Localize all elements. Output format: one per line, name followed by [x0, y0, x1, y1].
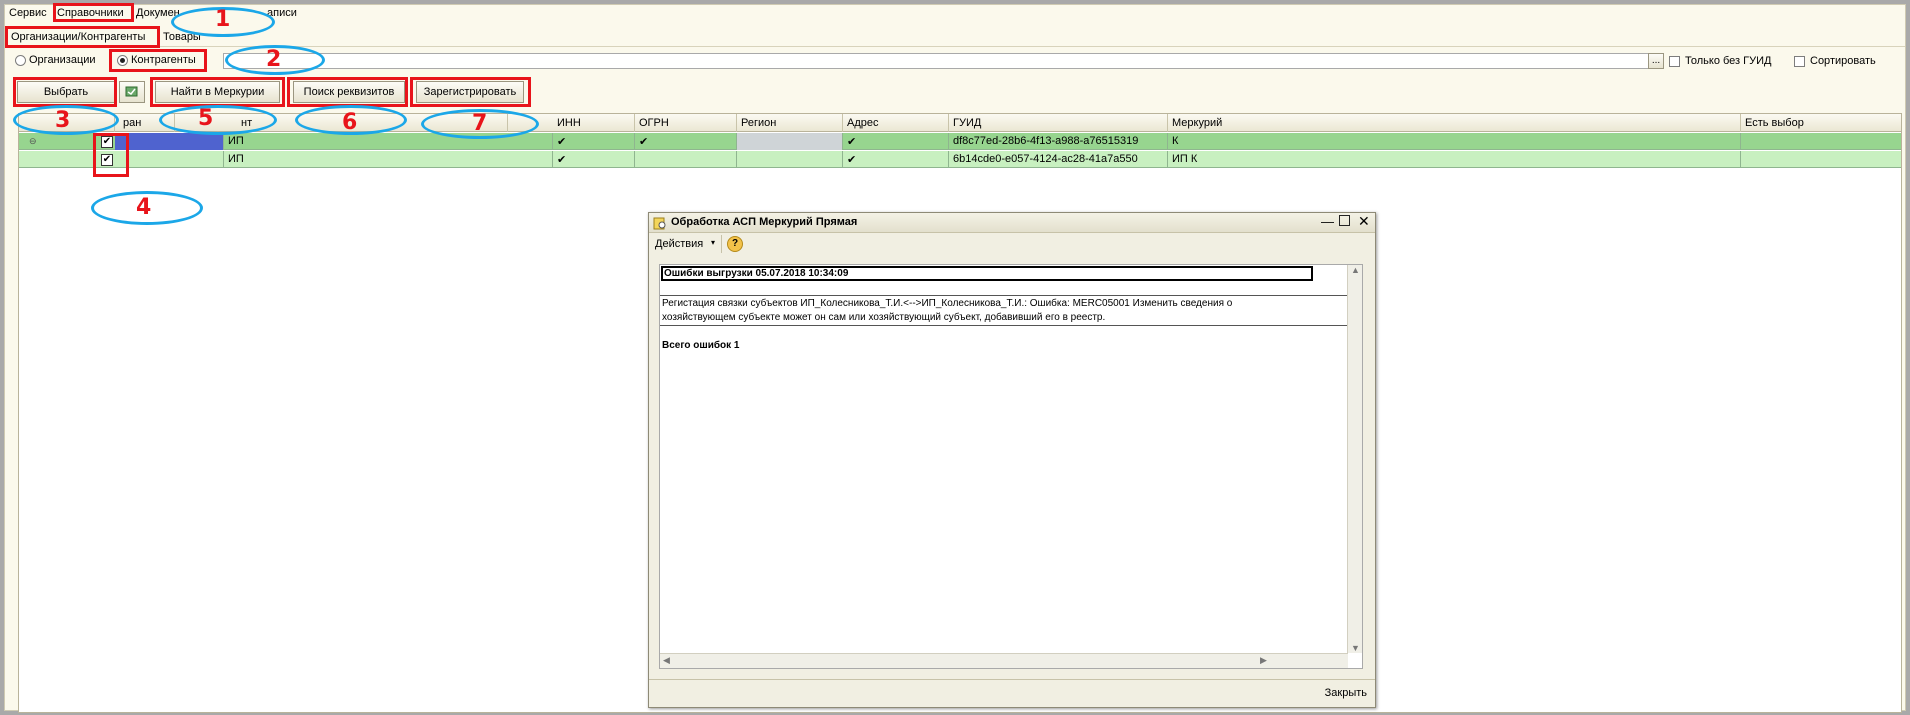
- row-region: [737, 133, 843, 150]
- row-inn: ✔: [553, 133, 635, 150]
- annotation-number-2: 2: [266, 47, 282, 72]
- divider-bottom: [660, 325, 1348, 326]
- row-guid: 6b14cde0-e057-4124-ac28-41a7a550: [949, 151, 1168, 168]
- toolbar-divider: [721, 235, 722, 253]
- row-ogrn: ✔: [635, 133, 737, 150]
- annotation-number-7: 7: [472, 111, 488, 136]
- only-no-guid-label: Только без ГУИД: [1685, 55, 1772, 67]
- table-row[interactable]: ✔ ИП ✔ ✔ 6b14cde0-e057-4124-ac28-41a7a55…: [19, 151, 1901, 168]
- row-selected-cell[interactable]: [115, 133, 224, 150]
- highlight-checkboxes: [93, 133, 129, 177]
- dialog-titlebar[interactable]: Обработка АСП Меркурий Прямая — ✕: [649, 213, 1375, 233]
- highlight-catalogs: [53, 3, 134, 22]
- annotation-number-6: 6: [342, 110, 358, 135]
- radio-organizations[interactable]: [15, 55, 26, 66]
- row-mercury: ИП К: [1168, 151, 1741, 168]
- maximize-icon[interactable]: [1339, 215, 1350, 226]
- row-mercury: К: [1168, 133, 1741, 150]
- annotation-number-3: 3: [55, 108, 71, 133]
- row-region: [737, 151, 843, 168]
- error-line-1: Регистация связки субъектов ИП_Колеснико…: [662, 298, 1233, 309]
- highlight-register: [410, 77, 531, 107]
- errors-header: Ошибки выгрузки 05.07.2018 10:34:09: [661, 266, 1313, 281]
- choose-button[interactable]: ...: [1648, 53, 1664, 69]
- sort-checkbox[interactable]: [1794, 56, 1805, 67]
- highlight-contractors: [109, 49, 207, 72]
- header-mercury[interactable]: Меркурий: [1168, 114, 1741, 132]
- row-selected-cell[interactable]: [115, 151, 224, 168]
- divider-top: [660, 295, 1348, 296]
- actions-dropdown-icon[interactable]: ▾: [711, 238, 715, 247]
- error-line-2: хозяйствующем субъекте может он сам или …: [662, 312, 1106, 323]
- error-log-area[interactable]: Ошибки выгрузки 05.07.2018 10:34:09 Реги…: [659, 264, 1363, 669]
- close-button[interactable]: Закрыть: [1325, 687, 1367, 699]
- annotation-oval-5: [159, 105, 277, 135]
- header-has-choice[interactable]: Есть выбор: [1741, 114, 1902, 132]
- app-window: Сервис Справочники Докумен аписи Организ…: [4, 3, 1906, 713]
- actions-menu[interactable]: Действия: [655, 238, 703, 250]
- row-address: ✔: [843, 151, 949, 168]
- refresh-icon: [125, 86, 138, 97]
- menu-bar: Сервис Справочники Докумен аписи: [5, 5, 1905, 22]
- highlight-find: [150, 77, 285, 107]
- vertical-scrollbar[interactable]: ▲ ▼: [1347, 265, 1362, 653]
- row-address: ✔: [843, 133, 949, 150]
- annotation-number-5: 5: [198, 106, 214, 131]
- row-tree-toggle[interactable]: ⊖: [19, 133, 97, 150]
- header-region[interactable]: Регион: [737, 114, 843, 132]
- row-guid: df8c77ed-28b6-4f13-a988-a76515319: [949, 133, 1168, 150]
- radio-organizations-label: Организации: [29, 54, 96, 66]
- scroll-right-icon[interactable]: ▶: [1260, 655, 1267, 666]
- annotation-number-1: 1: [215, 7, 231, 32]
- row-has-choice: [1741, 151, 1902, 168]
- help-icon[interactable]: ?: [727, 236, 743, 252]
- scroll-down-icon[interactable]: ▼: [1351, 643, 1360, 653]
- sort-label: Сортировать: [1810, 55, 1876, 67]
- menu-service[interactable]: Сервис: [9, 7, 47, 19]
- processing-dialog: Обработка АСП Меркурий Прямая — ✕ Действ…: [648, 212, 1376, 708]
- horizontal-scrollbar[interactable]: ◀ ▶: [660, 653, 1348, 668]
- row-ogrn: [635, 151, 737, 168]
- row-has-choice: [1741, 133, 1902, 150]
- dialog-footer: Закрыть: [649, 679, 1375, 707]
- tab-row: Организации/Контрагенты Товары: [5, 27, 1905, 47]
- table-row[interactable]: ⊖ ✔ ИП ✔ ✔ ✔ df8c77ed-28b6-4f13-a988-a76…: [19, 133, 1901, 150]
- search-field[interactable]: [223, 53, 1649, 69]
- dialog-title: Обработка АСП Меркурий Прямая: [671, 216, 858, 228]
- header-guid[interactable]: ГУИД: [949, 114, 1168, 132]
- scroll-left-icon[interactable]: ◀: [663, 655, 670, 666]
- close-icon[interactable]: ✕: [1358, 213, 1370, 230]
- dialog-toolbar: Действия ▾ ?: [649, 233, 1375, 257]
- scroll-up-icon[interactable]: ▲: [1351, 265, 1360, 275]
- header-ogrn[interactable]: ОГРН: [635, 114, 737, 132]
- row-contractor[interactable]: ИП: [224, 151, 553, 168]
- highlight-tab: [5, 26, 160, 48]
- annotation-number-4: 4: [136, 195, 152, 220]
- header-inn[interactable]: ИНН: [553, 114, 635, 132]
- refresh-button[interactable]: [119, 81, 145, 103]
- dialog-app-icon: [653, 217, 666, 230]
- collapse-icon: ⊖: [29, 136, 37, 146]
- only-no-guid-checkbox[interactable]: [1669, 56, 1680, 67]
- row-inn: ✔: [553, 151, 635, 168]
- highlight-search: [287, 77, 408, 107]
- highlight-select: [13, 77, 117, 107]
- minimize-icon[interactable]: —: [1321, 214, 1334, 229]
- header-address[interactable]: Адрес: [843, 114, 949, 132]
- errors-total: Всего ошибок 1: [662, 340, 740, 351]
